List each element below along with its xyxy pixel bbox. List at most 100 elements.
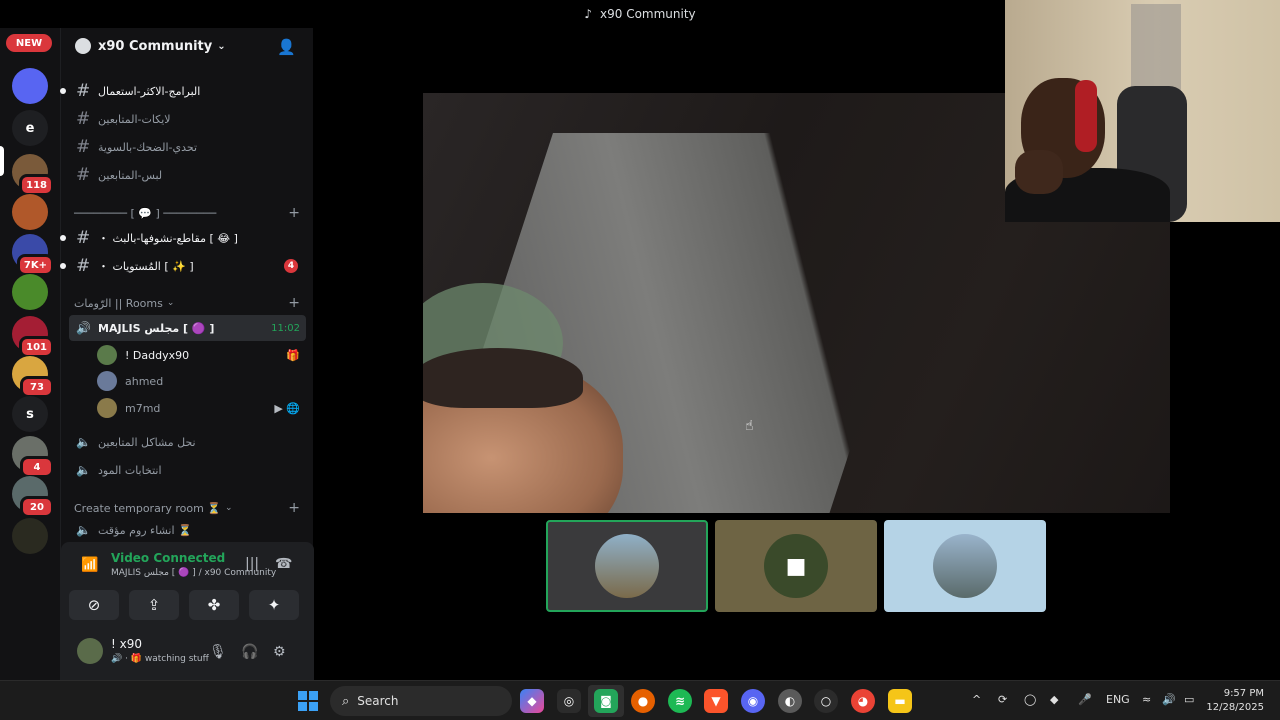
server-icon-server-6[interactable] — [12, 274, 48, 310]
add-channel-icon[interactable]: + — [288, 500, 300, 516]
headphones-icon[interactable]: 🎧 — [241, 644, 258, 660]
category-rooms[interactable]: الرّومات || Rooms ⌄ + — [69, 294, 306, 312]
spotify-icon[interactable]: ≋ — [668, 689, 692, 713]
server-icon-server-11[interactable]: 20 — [12, 476, 54, 518]
steam-icon[interactable]: ○ — [814, 689, 838, 713]
category-divider[interactable]: ──────── [ 💬 ] ──────── + — [69, 204, 306, 222]
participant-avatar — [595, 534, 659, 598]
participant-tile-2[interactable]: ■ — [715, 520, 877, 612]
server-icon-e[interactable]: e — [12, 110, 48, 146]
server-mention-badge: 4 — [20, 456, 54, 478]
add-channel-icon[interactable]: + — [288, 295, 300, 311]
text-channel[interactable]: # تحدي-الضحك-بالسوية — [69, 134, 306, 160]
video-hair — [423, 348, 583, 408]
server-rail: NEW e 118 7K+ 101 73 s 4 20 — [0, 28, 60, 680]
text-channel[interactable]: # ・ المُستويات [ ✨ ] 4 — [60, 253, 306, 279]
signal-icon[interactable]: 📶 — [81, 557, 98, 573]
server-icon-home[interactable] — [12, 68, 48, 104]
voice-connection-panel: 📶 Video Connected MAJLIS مجلس [ 🟣 ] / x9… — [61, 542, 314, 630]
speaker-icon: 🔈 — [76, 463, 91, 477]
taskbar-search[interactable]: ⌕ Search — [330, 686, 512, 716]
text-channel[interactable]: # البرامج-الاكثر-استعمال — [60, 78, 306, 104]
category-temporary[interactable]: Create temporary room ⏳ ⌄ + — [69, 499, 306, 517]
guild-header[interactable]: x90 Community ⌄ 👤 — [61, 28, 314, 64]
server-icon-s[interactable]: s — [12, 396, 48, 432]
participant-tile-1[interactable] — [546, 520, 708, 612]
text-channel[interactable]: # لبس-المتابعين — [69, 162, 306, 188]
server-icon-server-10[interactable]: 4 — [12, 436, 54, 478]
add-channel-icon[interactable]: + — [288, 205, 300, 221]
server-icon-server-4[interactable] — [12, 194, 48, 230]
battery-icon[interactable]: ▭ — [1184, 693, 1194, 706]
voice-participant[interactable]: ahmed — [97, 368, 306, 394]
text-channel[interactable]: # لايكات-المتابعين — [69, 106, 306, 132]
speaker-icon: 🔈 — [76, 435, 91, 449]
channel-sidebar: x90 Community ⌄ 👤 # البرامج-الاكثر-استعما… — [60, 28, 314, 680]
server-icon-server-8[interactable]: 73 — [12, 356, 54, 398]
hash-icon: # — [76, 137, 91, 157]
firefox-icon[interactable]: ● — [631, 689, 655, 713]
invite-icon[interactable]: 👤 — [277, 38, 296, 56]
sync-icon[interactable]: ⟳ — [998, 693, 1007, 706]
voice-participant[interactable]: ! Daddyx90 🎁 — [97, 342, 306, 368]
settings-gear-icon[interactable]: ⚙ — [273, 644, 286, 660]
app-icon[interactable]: ◐ — [778, 689, 802, 713]
activities-icon: ✤ — [207, 596, 221, 614]
search-label: Search — [357, 694, 399, 708]
channel-name: لايكات-المتابعين — [98, 112, 171, 126]
voice-participant[interactable]: m7md ▶ 🌐 — [97, 395, 306, 421]
tray-chevron-up-icon[interactable]: ^ — [972, 693, 981, 706]
obs-icon[interactable]: ◎ — [557, 689, 581, 713]
steam-tray-icon[interactable]: ◆ — [1050, 693, 1058, 706]
voice-channel-temp[interactable]: 🔈 انشاء روم مؤقت ⏳ — [69, 519, 306, 541]
participant-avatar: ■ — [764, 534, 828, 598]
voice-channel-majlis[interactable]: 🔊 MAJLIS مجلس [ 🟣 ] 11:02 — [69, 315, 306, 341]
voice-active-icon: 🔊 — [76, 321, 91, 335]
user-panel: ! x90 🔊 · 🎁 watching stuff 🎙 🎧 ⚙ — [61, 630, 314, 680]
server-icon-server-12[interactable] — [12, 518, 48, 554]
disconnect-icon[interactable]: ☎ — [275, 556, 292, 572]
voice-channel-name: انتخابات المود — [98, 463, 162, 477]
hash-icon: # — [76, 81, 91, 101]
camera-off-button[interactable]: ⊘ — [69, 590, 119, 620]
soundboard-icon[interactable]: ||| — [245, 556, 259, 572]
chrome-icon[interactable]: ◕ — [851, 689, 875, 713]
discord-alt-icon[interactable]: ◉ — [741, 689, 765, 713]
discord-app-icon[interactable]: ◙ — [594, 689, 618, 713]
microphone-tray-icon[interactable]: 🎤 — [1078, 693, 1092, 706]
activities-button[interactable]: ✤ — [189, 590, 239, 620]
language-indicator[interactable]: ENG — [1106, 693, 1130, 706]
user-avatar[interactable] — [77, 638, 103, 664]
brave-icon[interactable]: ▼ — [704, 689, 728, 713]
server-icon-server-7[interactable]: 101 — [12, 316, 54, 358]
voice-status: Video Connected — [111, 551, 226, 565]
category-divider-label: ──────── [ 💬 ] ──────── — [74, 206, 217, 220]
soundboard-button[interactable]: ✦ — [249, 590, 299, 620]
selected-server-pill — [0, 146, 4, 176]
text-channel[interactable]: # ・ مقاطع-نشوفها-بالبث [ 😂 ] — [60, 225, 306, 251]
server-mention-badge: 20 — [20, 496, 54, 518]
hash-icon: # — [76, 165, 91, 185]
server-icon-server-5[interactable]: 7K+ — [12, 234, 54, 276]
voice-channel[interactable]: 🔈 انتخابات المود — [69, 457, 306, 483]
server-icon-server-3[interactable]: 118 — [12, 154, 54, 196]
taskbar-clock[interactable]: 9:57 PM 12/28/2025 — [1206, 687, 1264, 715]
volume-icon[interactable]: 🔊 — [1162, 693, 1176, 706]
participant-tile-3[interactable] — [884, 520, 1046, 612]
microphone-icon[interactable]: 🎙 — [209, 644, 227, 660]
record-icon[interactable]: ◯ — [1024, 693, 1036, 706]
user-status-text: watching stuff — [144, 654, 209, 664]
new-badge: NEW — [6, 34, 52, 52]
participant-status-icons: ▶ 🌐 — [274, 401, 300, 415]
voice-channel[interactable]: 🔈 نحل مشاكل المتابعين — [69, 429, 306, 455]
chevron-down-icon: ⌄ — [225, 503, 233, 513]
avatar — [97, 371, 117, 391]
voice-channel-name: MAJLIS مجلس [ 🟣 ] — [98, 321, 215, 335]
screen-share-button[interactable]: ⇪ — [129, 590, 179, 620]
wifi-icon[interactable]: ≈ — [1142, 693, 1151, 706]
file-explorer-icon[interactable]: ▬ — [888, 689, 912, 713]
user-name: ! x90 — [111, 637, 142, 651]
windows-start-icon[interactable] — [298, 691, 318, 711]
copilot-icon[interactable]: ◆ — [520, 689, 544, 713]
avatar — [97, 398, 117, 418]
